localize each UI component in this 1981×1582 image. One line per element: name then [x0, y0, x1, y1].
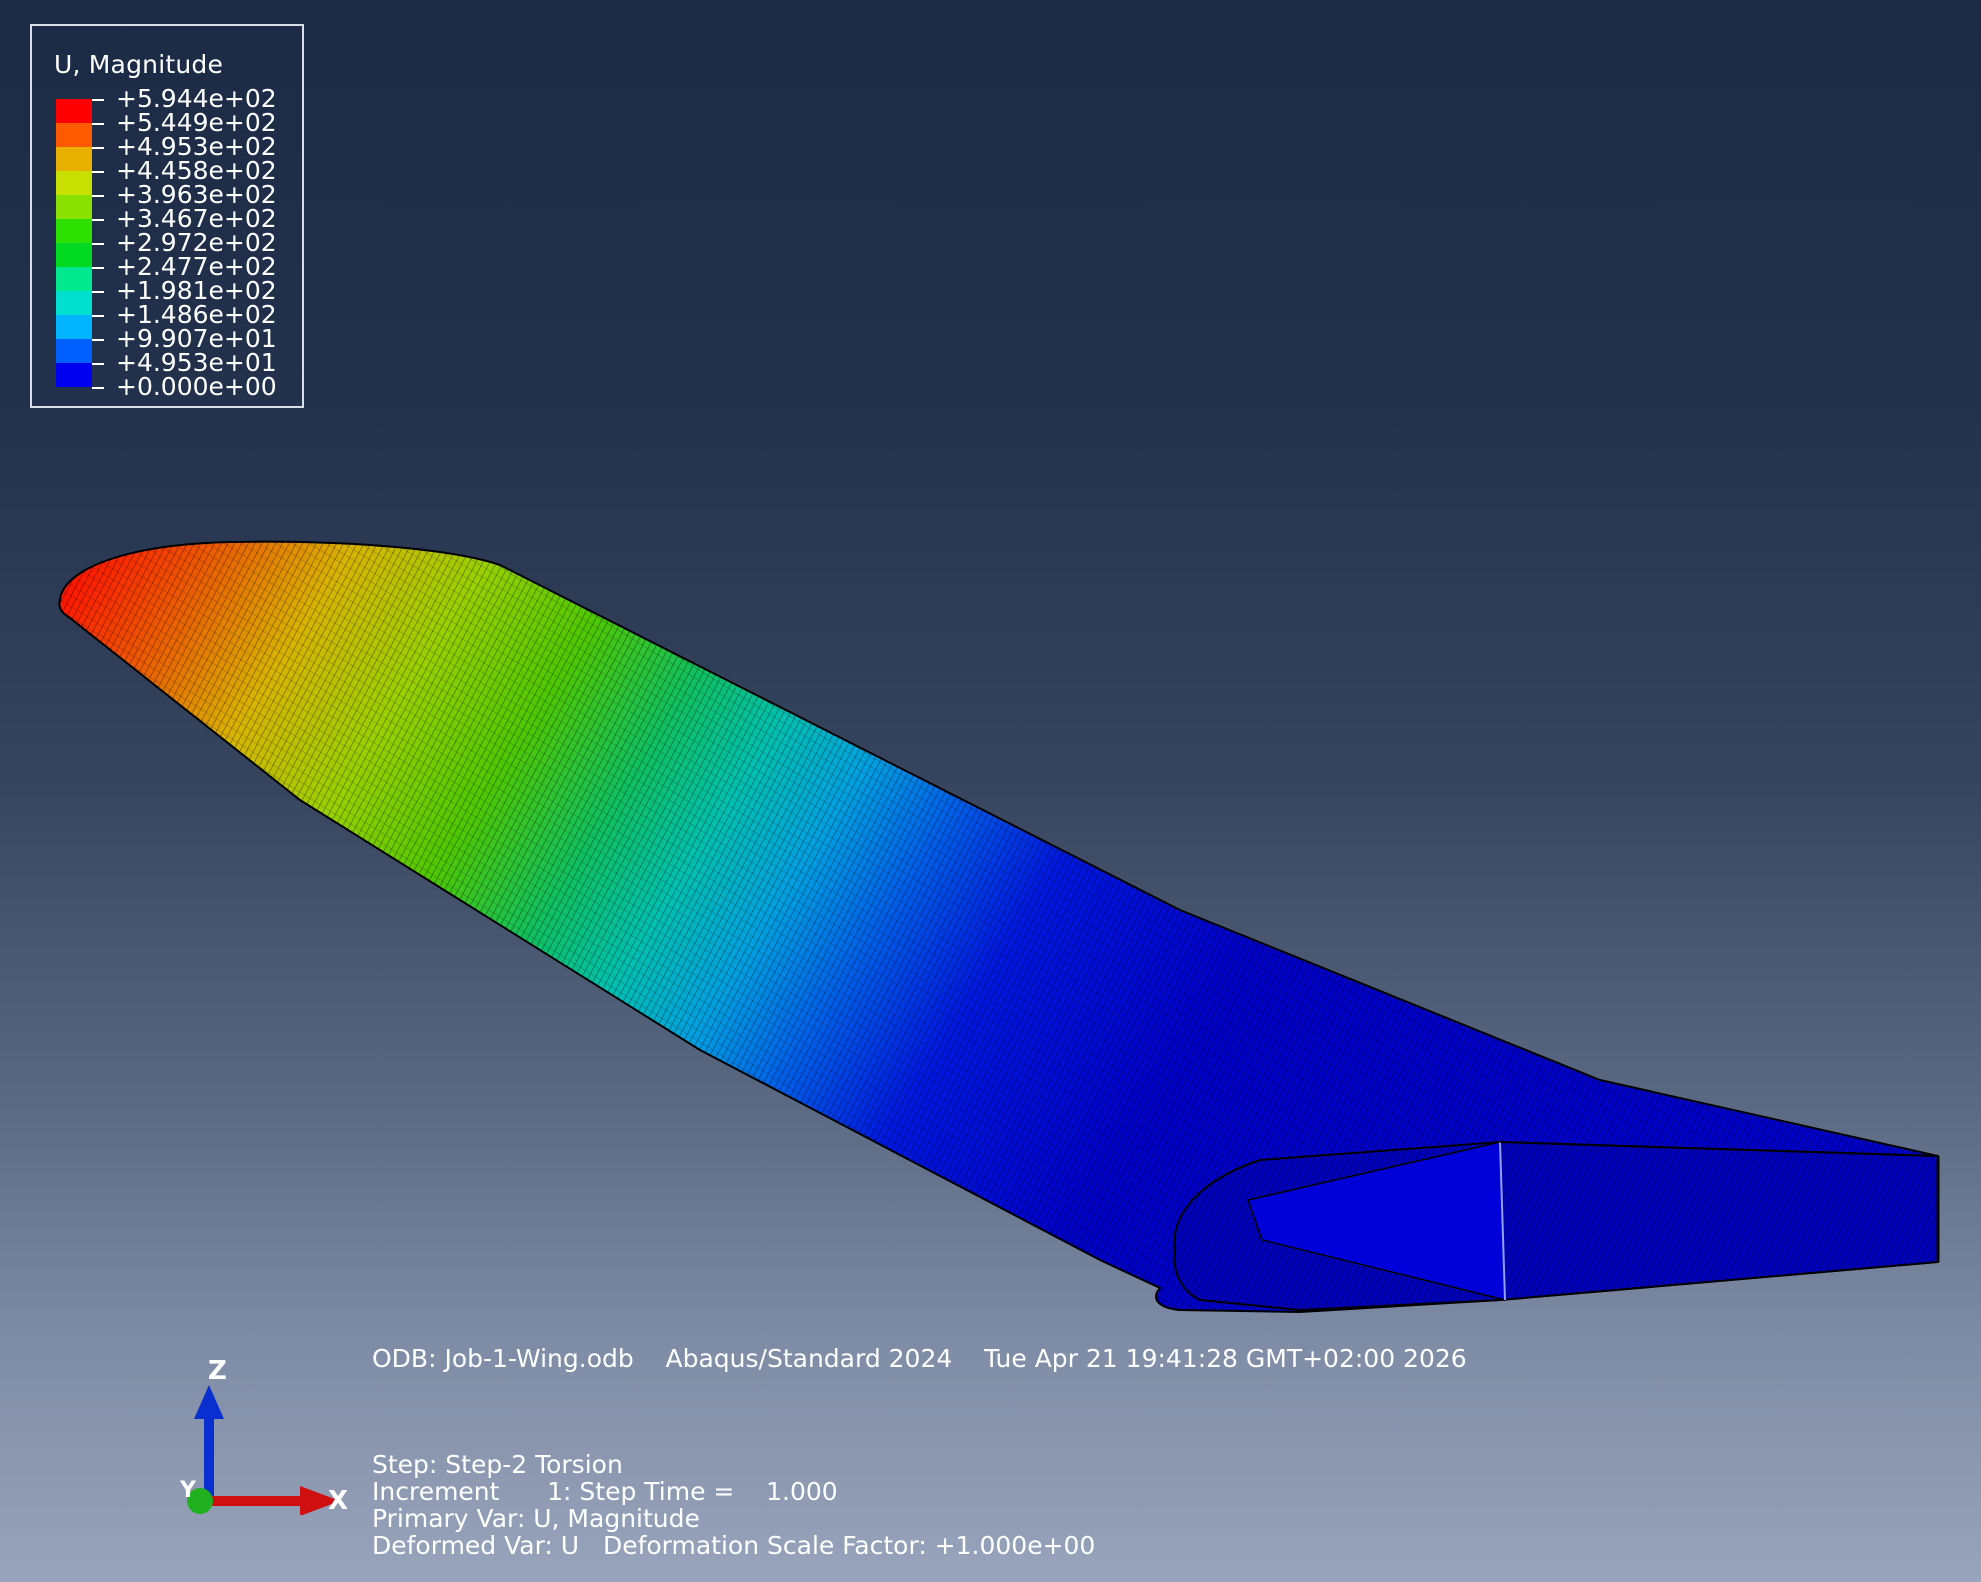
legend-tick [92, 123, 104, 125]
legend-tick [92, 171, 104, 173]
axis-triad[interactable]: Z Y X [170, 1355, 360, 1515]
legend-tick [92, 387, 104, 389]
odb-info-line: ODB: Job-1-Wing.odb Abaqus/Standard 2024… [372, 1344, 1467, 1373]
legend-tick [92, 315, 104, 317]
legend-swatch [56, 99, 92, 123]
triad-x-axis [206, 1496, 306, 1506]
triad-z-label: Z [208, 1356, 227, 1386]
legend-tick-label: +0.000e+00 [116, 372, 277, 401]
legend-tick [92, 339, 104, 341]
increment-info: Increment 1: Step Time = 1.000 [372, 1477, 838, 1506]
legend-swatch [56, 171, 92, 195]
legend-tick [92, 99, 104, 101]
model-viewport[interactable]: U, Magnitude +5.944e+02 +5.449e+02 +4.953e… [0, 0, 1981, 1582]
legend-swatch [56, 291, 92, 315]
legend-tick [92, 147, 104, 149]
legend-swatch [56, 123, 92, 147]
legend-tick [92, 363, 104, 365]
legend-tick [92, 291, 104, 293]
legend-swatch [56, 219, 92, 243]
contour-legend[interactable]: U, Magnitude +5.944e+02 +5.449e+02 +4.953e… [30, 24, 304, 408]
legend-title: U, Magnitude [54, 50, 224, 79]
legend-swatch [56, 147, 92, 171]
legend-tick [92, 219, 104, 221]
legend-swatch [56, 363, 92, 387]
deformed-var-info: Deformed Var: U Deformation Scale Factor… [372, 1531, 1096, 1560]
legend-tick [92, 267, 104, 269]
step-info: Step: Step-2 Torsion [372, 1450, 623, 1479]
triad-y-label: Y [179, 1478, 197, 1503]
legend-swatch [56, 195, 92, 219]
legend-swatch [56, 267, 92, 291]
triad-x-label: X [328, 1486, 348, 1515]
legend-tick [92, 243, 104, 245]
primary-var-info: Primary Var: U, Magnitude [372, 1504, 700, 1533]
legend-tick [92, 195, 104, 197]
legend-swatch [56, 243, 92, 267]
legend-swatch [56, 315, 92, 339]
legend-swatch [56, 339, 92, 363]
triad-z-arrowhead [194, 1385, 224, 1419]
